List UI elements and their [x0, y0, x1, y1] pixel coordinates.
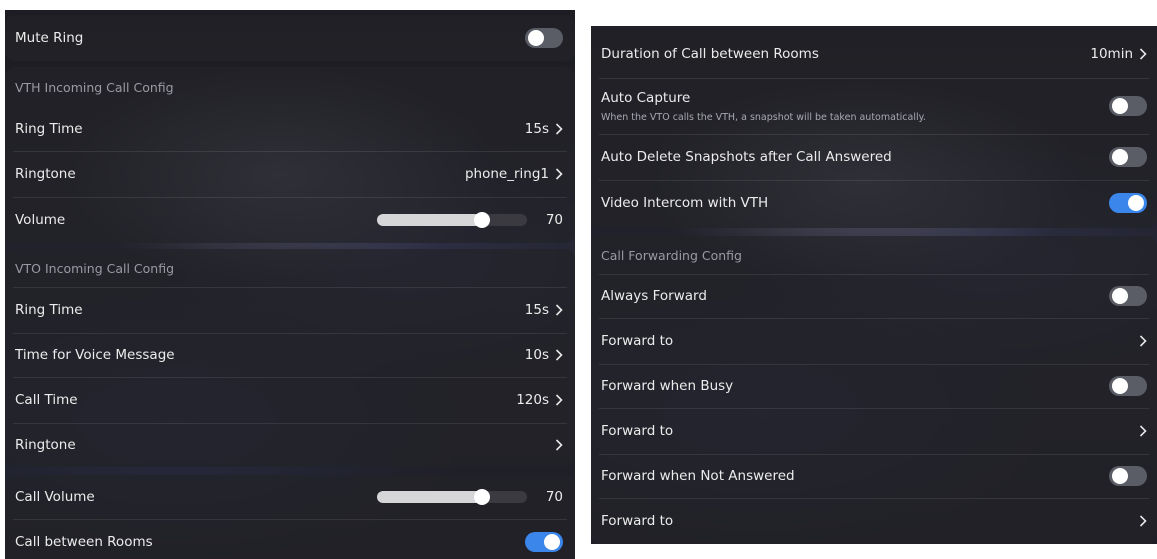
always-forward-toggle[interactable] — [1109, 286, 1147, 306]
call-volume-label: Call Volume — [15, 489, 95, 505]
call-volume-slider[interactable] — [377, 489, 527, 505]
vto-section-title: VTO Incoming Call Config — [15, 260, 175, 276]
forward-to-row-1[interactable]: Forward to — [591, 318, 1157, 364]
vth-ringtone-row[interactable]: Ringtone phone_ring1 — [5, 151, 575, 197]
mute-ring-toggle[interactable] — [525, 28, 563, 48]
vth-incoming-call-config: VTH Incoming Call Config Ring Time 15s R… — [5, 67, 575, 243]
toggle-knob — [1112, 378, 1128, 394]
settings-screen-left: Mute Ring VTH Incoming Call Config Ring … — [5, 10, 575, 559]
vto-call-time-label: Call Time — [15, 392, 78, 408]
vto-ringtone-row[interactable]: Ringtone — [5, 423, 575, 467]
vto-voice-message-value: 10s — [524, 347, 549, 363]
call-between-rooms-toggle[interactable] — [525, 532, 563, 552]
toggle-knob — [544, 534, 560, 550]
chevron-right-icon — [555, 304, 563, 316]
auto-capture-description: When the VTO calls the VTH, a snapshot w… — [601, 111, 926, 123]
always-forward-label: Always Forward — [601, 288, 707, 304]
forward-to-label: Forward to — [601, 333, 674, 349]
forward-when-busy-label: Forward when Busy — [601, 378, 734, 394]
vto-call-time-value: 120s — [516, 392, 549, 408]
call-volume-value: 70 — [545, 489, 563, 505]
chevron-right-icon — [1139, 425, 1147, 437]
forward-when-not-answered-toggle[interactable] — [1109, 466, 1147, 486]
vth-volume-row: Volume 70 — [5, 197, 575, 243]
vto-incoming-call-config: VTO Incoming Call Config Ring Time 15s T… — [5, 249, 575, 467]
chevron-right-icon — [1139, 335, 1147, 347]
slider-thumb[interactable] — [474, 212, 490, 228]
forward-to-row-3[interactable]: Forward to — [591, 498, 1157, 544]
forward-when-busy-row[interactable]: Forward when Busy — [591, 364, 1157, 408]
vto-voice-message-label: Time for Voice Message — [15, 347, 175, 363]
vto-ring-time-value: 15s — [524, 302, 549, 318]
toggle-knob — [1128, 195, 1144, 211]
chevron-right-icon — [1139, 48, 1147, 60]
forward-when-not-answered-row[interactable]: Forward when Not Answered — [591, 454, 1157, 498]
video-intercom-row[interactable]: Video Intercom with VTH — [591, 180, 1157, 226]
forwarding-section-title: Call Forwarding Config — [601, 247, 742, 263]
auto-delete-toggle[interactable] — [1109, 147, 1147, 167]
vto-section-header: VTO Incoming Call Config — [5, 249, 575, 287]
forward-to-label: Forward to — [601, 423, 674, 439]
call-between-rooms-label: Call between Rooms — [15, 534, 153, 550]
forwarding-section-header: Call Forwarding Config — [591, 236, 1157, 274]
video-intercom-label: Video Intercom with VTH — [601, 195, 769, 211]
room-call-card: Duration of Call between Rooms 10min Aut… — [591, 26, 1157, 228]
slider-fill — [377, 214, 482, 226]
settings-screen-right: Duration of Call between Rooms 10min Aut… — [591, 26, 1157, 544]
vth-section-header: VTH Incoming Call Config — [5, 67, 575, 107]
vth-section-title: VTH Incoming Call Config — [15, 79, 174, 95]
duration-value: 10min — [1090, 46, 1133, 62]
call-forwarding-config: Call Forwarding Config Always Forward Fo… — [591, 236, 1157, 544]
toggle-knob — [1112, 468, 1128, 484]
toggle-knob — [1112, 149, 1128, 165]
vto-ring-time-row[interactable]: Ring Time 15s — [5, 287, 575, 333]
vto-ringtone-label: Ringtone — [15, 437, 76, 453]
chevron-right-icon — [555, 394, 563, 406]
chevron-right-icon — [555, 349, 563, 361]
vto-call-time-row[interactable]: Call Time 120s — [5, 377, 575, 423]
call-volume-row: Call Volume 70 — [5, 475, 575, 519]
forward-when-not-answered-label: Forward when Not Answered — [601, 468, 795, 484]
always-forward-row[interactable]: Always Forward — [591, 274, 1157, 318]
forward-to-row-2[interactable]: Forward to — [591, 408, 1157, 454]
vto-ring-time-label: Ring Time — [15, 302, 83, 318]
duration-label: Duration of Call between Rooms — [601, 46, 819, 62]
vth-volume-label: Volume — [15, 212, 66, 228]
auto-capture-label: Auto Capture — [601, 89, 691, 106]
vth-ringtone-value: phone_ring1 — [464, 166, 549, 182]
forward-to-label: Forward to — [601, 513, 674, 529]
vth-volume-slider[interactable] — [377, 212, 527, 228]
chevron-right-icon — [555, 439, 563, 451]
forward-when-busy-toggle[interactable] — [1109, 376, 1147, 396]
auto-capture-text: Auto Capture When the VTO calls the VTH,… — [601, 90, 926, 123]
call-volume-card: Call Volume 70 Call between Rooms — [5, 475, 575, 559]
vth-ringtone-label: Ringtone — [15, 166, 76, 182]
auto-delete-row[interactable]: Auto Delete Snapshots after Call Answere… — [591, 134, 1157, 180]
vth-ring-time-label: Ring Time — [15, 121, 83, 137]
slider-thumb[interactable] — [474, 489, 490, 505]
slider-fill — [377, 491, 482, 503]
chevron-right-icon — [1139, 515, 1147, 527]
chevron-right-icon — [555, 168, 563, 180]
video-intercom-toggle[interactable] — [1109, 193, 1147, 213]
toggle-knob — [1112, 98, 1128, 114]
toggle-knob — [528, 30, 544, 46]
duration-row[interactable]: Duration of Call between Rooms 10min — [591, 30, 1157, 78]
auto-capture-toggle[interactable] — [1109, 96, 1147, 116]
chevron-right-icon — [555, 123, 563, 135]
vth-ring-time-row[interactable]: Ring Time 15s — [5, 107, 575, 151]
auto-capture-row[interactable]: Auto Capture When the VTO calls the VTH,… — [591, 78, 1157, 134]
mute-ring-card: Mute Ring — [5, 15, 575, 61]
vth-ring-time-value: 15s — [524, 121, 549, 137]
auto-delete-label: Auto Delete Snapshots after Call Answere… — [601, 149, 892, 165]
toggle-knob — [1112, 288, 1128, 304]
call-between-rooms-row[interactable]: Call between Rooms — [5, 519, 575, 559]
vth-volume-value: 70 — [545, 212, 563, 228]
mute-ring-label: Mute Ring — [15, 30, 84, 46]
vto-voice-message-row[interactable]: Time for Voice Message 10s — [5, 333, 575, 377]
mute-ring-row[interactable]: Mute Ring — [5, 15, 575, 61]
